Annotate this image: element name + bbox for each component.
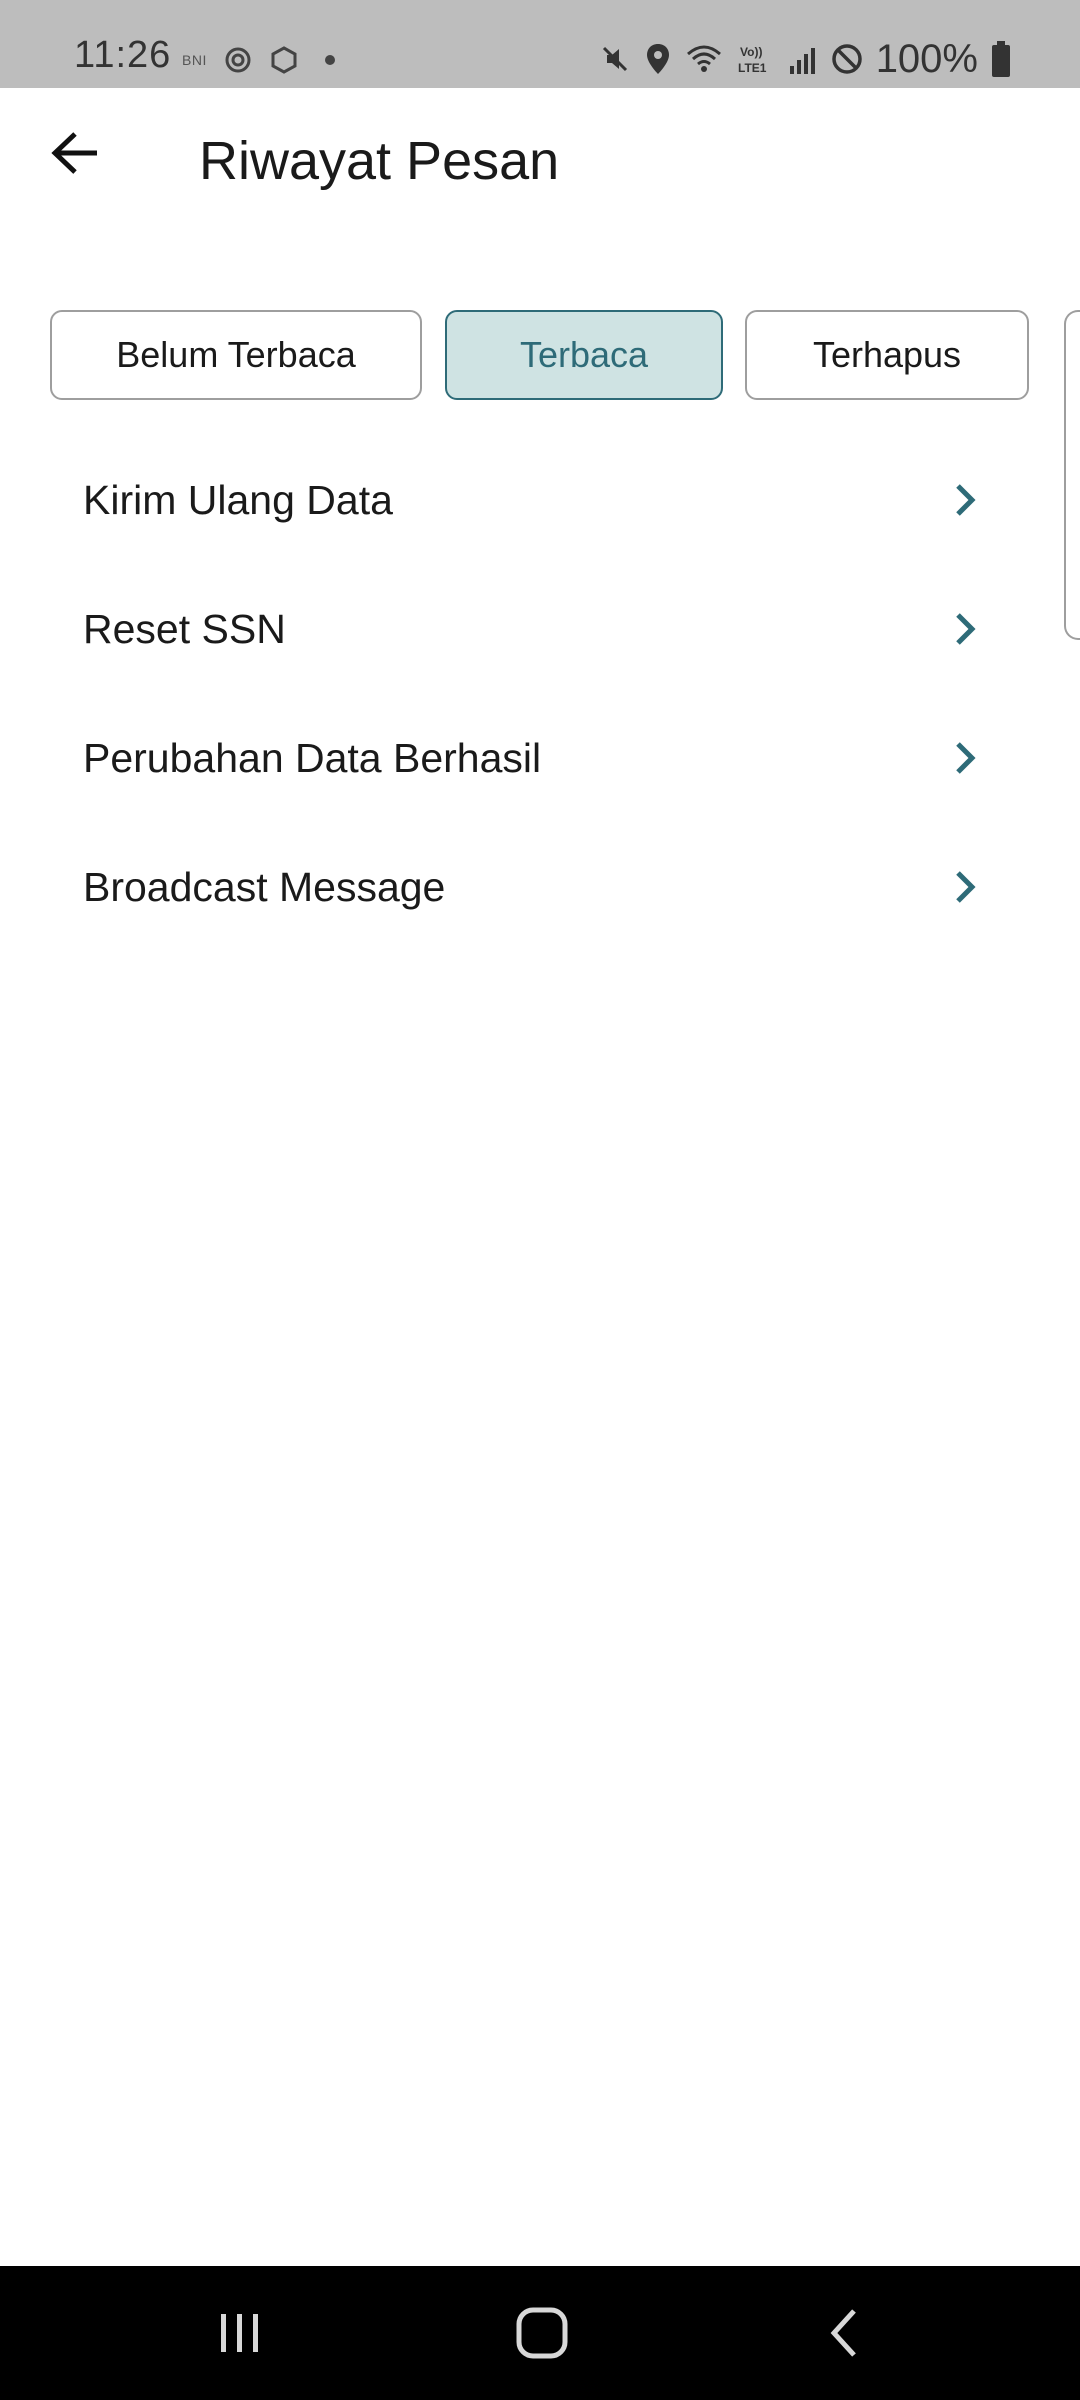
svg-text:LTE1: LTE1 (738, 61, 767, 75)
system-navigation-bar (0, 2266, 1080, 2400)
list-item-reset-ssn[interactable]: Reset SSN (0, 565, 1080, 693)
signal-icon (789, 48, 815, 74)
message-filter-tabs: Belum Terbaca Terbaca Terhapus (0, 310, 1080, 404)
status-system-icons: Vo)) LTE1 100% (598, 36, 1012, 82)
back-arrow-icon (51, 132, 97, 174)
tab-terbaca[interactable]: Terbaca (445, 310, 723, 400)
recent-apps-button[interactable] (180, 2266, 300, 2400)
home-button[interactable] (482, 2266, 602, 2400)
tab-terhapus[interactable]: Terhapus (745, 310, 1029, 400)
page-title: Riwayat Pesan (199, 131, 560, 191)
volte-lte-icon: Vo)) LTE1 (738, 45, 767, 75)
battery-percentage: 100% (875, 37, 978, 81)
block-icon (831, 44, 862, 74)
chevron-right-icon (948, 738, 982, 778)
list-item-perubahan-data-berhasil[interactable]: Perubahan Data Berhasil (0, 694, 1080, 822)
home-icon (516, 2307, 568, 2359)
location-icon (646, 44, 669, 74)
svg-text:Vo)): Vo)) (740, 45, 762, 59)
list-item-broadcast-message[interactable]: Broadcast Message (0, 823, 1080, 951)
list-item-label: Perubahan Data Berhasil (83, 734, 542, 781)
chevron-right-icon (948, 867, 982, 907)
settings-gear-icon (225, 47, 251, 73)
back-button[interactable] (46, 128, 106, 178)
mute-icon (602, 46, 627, 72)
status-notification-icons: BNI (182, 42, 345, 78)
bni-notification-tag: BNI (182, 52, 207, 68)
battery-icon (992, 41, 1010, 77)
status-time: 11:26 (74, 34, 172, 76)
list-item-label: Broadcast Message (83, 863, 446, 910)
back-nav-button[interactable] (784, 2266, 904, 2400)
list-item-label: Kirim Ulang Data (83, 476, 393, 523)
tab-belum-terbaca[interactable]: Belum Terbaca (50, 310, 422, 400)
list-item-label: Reset SSN (83, 605, 286, 652)
chevron-right-icon (948, 609, 982, 649)
notification-dot-icon (324, 55, 335, 65)
hexagon-app-icon (271, 46, 297, 74)
app-header: Riwayat Pesan (0, 88, 1080, 248)
status-bar: 11:26 BNI Vo)) LTE1 100% (0, 0, 1080, 88)
chevron-right-icon (948, 480, 982, 520)
list-item-kirim-ulang-data[interactable]: Kirim Ulang Data (0, 436, 1080, 564)
recent-apps-icon (221, 2314, 258, 2352)
back-icon (830, 2309, 856, 2357)
wifi-calling-icon (686, 45, 721, 72)
